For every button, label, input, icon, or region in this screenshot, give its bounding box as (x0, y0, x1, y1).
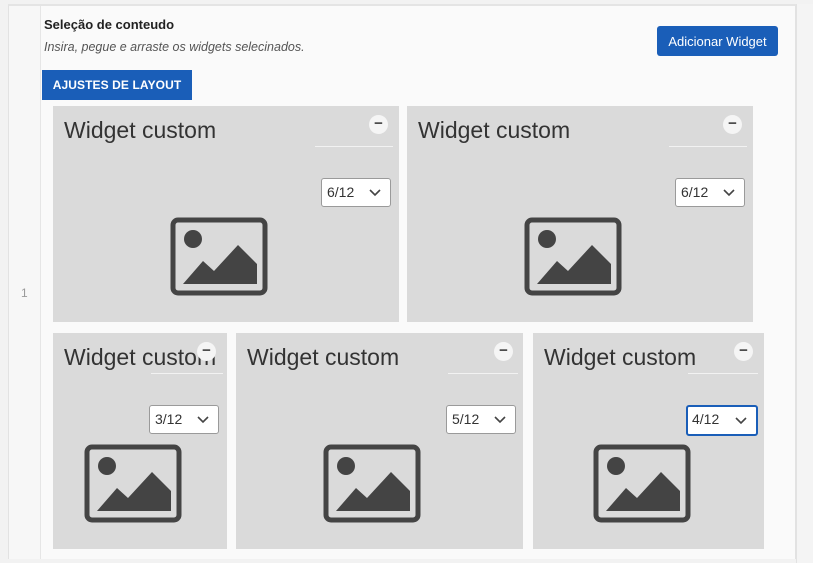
title-divider (315, 146, 393, 147)
title-divider (151, 373, 223, 374)
title-divider (669, 146, 747, 147)
title-divider (688, 373, 758, 374)
widget-title: Widget custom (418, 117, 571, 143)
widget-size-value: 6/12 (327, 184, 355, 200)
remove-widget-icon[interactable]: − (197, 342, 216, 361)
widget-title: Widget custom (64, 344, 217, 370)
widget-size-select[interactable]: 6/12 (675, 178, 745, 207)
image-icon (323, 444, 421, 523)
widget-title: Widget custom (544, 344, 697, 370)
chevron-down-icon (735, 417, 747, 425)
chevron-down-icon (494, 416, 506, 424)
widget-size-select[interactable]: 3/12 (149, 405, 219, 434)
layout-settings-button[interactable]: AJUSTES DE LAYOUT (42, 70, 192, 100)
row-number: 1 (21, 286, 28, 300)
title-divider (448, 373, 518, 374)
image-icon (84, 444, 182, 523)
remove-widget-icon[interactable]: − (369, 115, 388, 134)
chevron-down-icon (369, 189, 381, 197)
widget-card[interactable]: Widget custom − 6/12 (53, 106, 399, 322)
widget-card[interactable]: Widget custom − 3/12 (53, 333, 227, 549)
content-frame: 1 Seleção de conteudo Insira, pegue e ar… (8, 4, 813, 563)
widget-card[interactable]: Widget custom − 5/12 (236, 333, 523, 549)
remove-widget-icon[interactable]: − (723, 115, 742, 134)
section-title: Seleção de conteudo (44, 17, 175, 32)
widget-size-select[interactable]: 5/12 (446, 405, 516, 434)
image-icon (524, 217, 622, 296)
widget-size-value: 6/12 (681, 184, 709, 200)
image-icon (593, 444, 691, 523)
remove-widget-icon[interactable]: − (494, 342, 513, 361)
widget-size-value: 3/12 (155, 411, 183, 427)
chevron-down-icon (723, 189, 735, 197)
widget-size-value: 4/12 (692, 411, 720, 427)
widget-title: Widget custom (247, 344, 400, 370)
right-rail (796, 4, 813, 563)
widget-size-select[interactable]: 4/12 (686, 405, 758, 436)
remove-widget-icon[interactable]: − (734, 342, 753, 361)
chevron-down-icon (197, 416, 209, 424)
widget-title: Widget custom (64, 117, 217, 143)
section-subtitle: Insira, pegue e arraste os widgets selec… (44, 40, 305, 54)
widget-card[interactable]: Widget custom − 6/12 (407, 106, 753, 322)
row-gutter: 1 (9, 6, 41, 559)
image-icon (170, 217, 268, 296)
widget-size-value: 5/12 (452, 411, 480, 427)
widget-size-select[interactable]: 6/12 (321, 178, 391, 207)
add-widget-button[interactable]: Adicionar Widget (657, 26, 778, 56)
widget-card[interactable]: Widget custom − 4/12 (533, 333, 764, 549)
